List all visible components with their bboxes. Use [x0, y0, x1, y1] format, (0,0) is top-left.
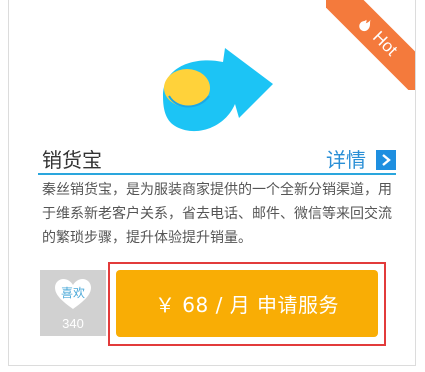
- details-arrow-button[interactable]: [376, 150, 396, 170]
- chevron-right-icon: [382, 154, 391, 166]
- hot-label: Hot: [369, 27, 402, 60]
- details-link[interactable]: 详情: [326, 147, 366, 173]
- hot-ribbon: Hot: [326, 0, 415, 90]
- hot-badge: Hot: [326, 0, 415, 90]
- like-count: 340: [62, 316, 84, 331]
- app-name: 销货宝: [42, 148, 102, 172]
- title-row: 销货宝 详情: [38, 147, 396, 175]
- fire-icon: [359, 19, 371, 31]
- like-label: 喜欢: [60, 286, 85, 300]
- apply-service-button[interactable]: ￥ 68 / 月 申请服务: [116, 270, 378, 337]
- app-description: 秦丝销货宝，是为服装商家提供的一个全新分销渠道，用于维系新老客户关系，省去电话、…: [42, 182, 392, 246]
- like-button[interactable]: 喜欢 340: [40, 270, 106, 336]
- app-logo-icon: [163, 48, 273, 132]
